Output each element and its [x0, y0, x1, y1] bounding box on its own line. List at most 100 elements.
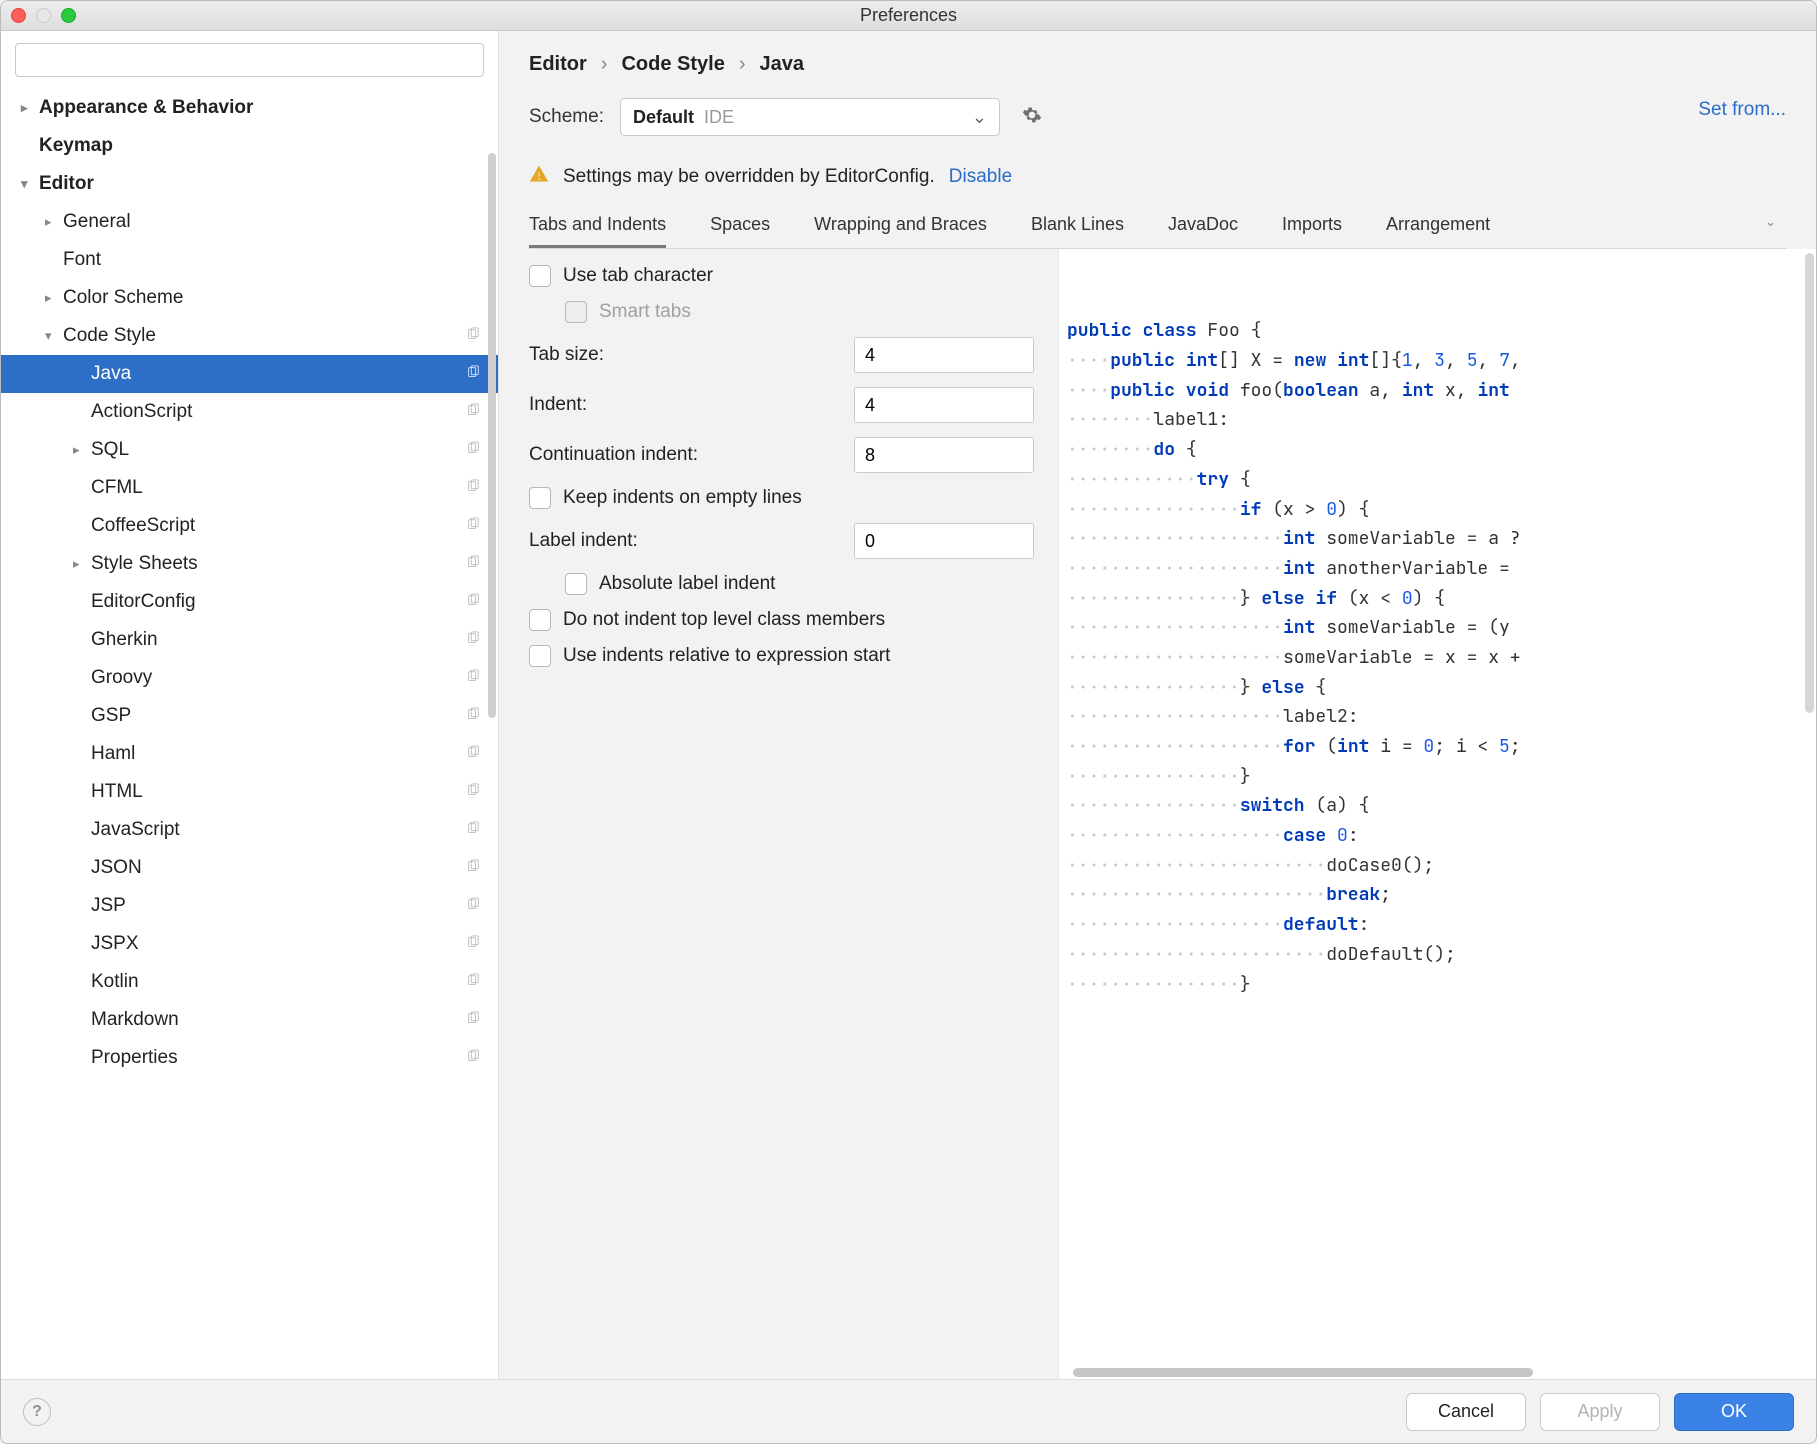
tree-item-label: JSPX: [91, 933, 466, 955]
preview-scrollbar-v[interactable]: [1805, 253, 1814, 713]
indent-input[interactable]: [854, 387, 1034, 423]
apply-button[interactable]: Apply: [1540, 1393, 1660, 1431]
tree-item-haml[interactable]: Haml: [1, 735, 498, 773]
tree-item-sql[interactable]: ▸SQL: [1, 431, 498, 469]
keep-empty-label: Keep indents on empty lines: [563, 487, 802, 509]
tab-javadoc[interactable]: JavaDoc: [1168, 214, 1238, 248]
disable-link[interactable]: Disable: [949, 166, 1012, 188]
tree-item-json[interactable]: JSON: [1, 849, 498, 887]
tab-blank-lines[interactable]: Blank Lines: [1031, 214, 1124, 248]
copy-icon[interactable]: [466, 555, 480, 573]
tree-item-actionscript[interactable]: ActionScript: [1, 393, 498, 431]
use-tab-label: Use tab character: [563, 265, 713, 287]
tree-item-markdown[interactable]: Markdown: [1, 1001, 498, 1039]
tree-item-label: Kotlin: [91, 971, 466, 993]
keep-empty-checkbox[interactable]: [529, 487, 551, 509]
expand-tabs-icon[interactable]: ⌄: [1765, 214, 1786, 248]
tree-item-color-scheme[interactable]: ▸Color Scheme: [1, 279, 498, 317]
scheme-selector[interactable]: Default IDE ⌄: [620, 98, 1000, 136]
copy-icon[interactable]: [466, 327, 480, 345]
tree-item-keymap[interactable]: Keymap: [1, 127, 498, 165]
tree-item-label: Keymap: [39, 135, 498, 157]
copy-icon[interactable]: [466, 745, 480, 763]
rel-expr-checkbox[interactable]: [529, 645, 551, 667]
tree-item-coffeescript[interactable]: CoffeeScript: [1, 507, 498, 545]
tree-item-label: CFML: [91, 477, 466, 499]
tree-item-gherkin[interactable]: Gherkin: [1, 621, 498, 659]
settings-tree[interactable]: ▸Appearance & BehaviorKeymap▾Editor▸Gene…: [1, 89, 498, 1379]
sidebar-scrollbar[interactable]: [488, 153, 496, 718]
tree-item-label: Code Style: [63, 325, 466, 347]
copy-icon[interactable]: [466, 897, 480, 915]
code-line: ················} else if (x < 0) {: [1067, 584, 1816, 614]
copy-icon[interactable]: [466, 973, 480, 991]
tree-item-label: Groovy: [91, 667, 466, 689]
use-tab-checkbox[interactable]: [529, 265, 551, 287]
tree-item-editorconfig[interactable]: EditorConfig: [1, 583, 498, 621]
cancel-button[interactable]: Cancel: [1406, 1393, 1526, 1431]
window-title: Preferences: [1, 5, 1816, 26]
tree-item-properties[interactable]: Properties: [1, 1039, 498, 1077]
copy-icon[interactable]: [466, 365, 480, 383]
tab-spaces[interactable]: Spaces: [710, 214, 770, 248]
help-icon[interactable]: ?: [23, 1398, 51, 1426]
copy-icon[interactable]: [466, 593, 480, 611]
copy-icon[interactable]: [466, 517, 480, 535]
tree-item-jsp[interactable]: JSP: [1, 887, 498, 925]
tree-item-jspx[interactable]: JSPX: [1, 925, 498, 963]
code-preview: public class Foo {····public int[] X = n…: [1059, 249, 1816, 1379]
copy-icon[interactable]: [466, 859, 480, 877]
set-from-link[interactable]: Set from...: [1698, 99, 1786, 121]
code-line: ····public void foo(boolean a, int x, in…: [1067, 376, 1816, 406]
tab-imports[interactable]: Imports: [1282, 214, 1342, 248]
code-line: ················} else {: [1067, 673, 1816, 703]
tab-tabs-and-indents[interactable]: Tabs and Indents: [529, 214, 666, 248]
tree-item-cfml[interactable]: CFML: [1, 469, 498, 507]
tree-item-editor[interactable]: ▾Editor: [1, 165, 498, 203]
no-top-checkbox[interactable]: [529, 609, 551, 631]
tree-item-groovy[interactable]: Groovy: [1, 659, 498, 697]
tree-item-font[interactable]: Font: [1, 241, 498, 279]
tab-arrangement[interactable]: Arrangement: [1386, 214, 1490, 248]
tree-item-style-sheets[interactable]: ▸Style Sheets: [1, 545, 498, 583]
copy-icon[interactable]: [466, 935, 480, 953]
search-input[interactable]: [15, 43, 484, 77]
main-panel: Editor › Code Style › Java Scheme: Defau…: [499, 31, 1816, 1379]
code-line: ························doDefault();: [1067, 940, 1816, 970]
copy-icon[interactable]: [466, 821, 480, 839]
chevron-down-icon: ⌄: [972, 107, 987, 128]
tree-item-code-style[interactable]: ▾Code Style: [1, 317, 498, 355]
copy-icon[interactable]: [466, 1011, 480, 1029]
tree-item-appearance-behavior[interactable]: ▸Appearance & Behavior: [1, 89, 498, 127]
copy-icon[interactable]: [466, 631, 480, 649]
copy-icon[interactable]: [466, 707, 480, 725]
copy-icon[interactable]: [466, 1049, 480, 1067]
label-indent-input[interactable]: [854, 523, 1034, 559]
gear-icon[interactable]: [1016, 99, 1048, 136]
code-line: ············try {: [1067, 465, 1816, 495]
tree-item-label: Editor: [39, 173, 498, 195]
abs-label-checkbox[interactable]: [565, 573, 587, 595]
chevron-down-icon: ▾: [21, 176, 39, 192]
tree-item-gsp[interactable]: GSP: [1, 697, 498, 735]
ok-button[interactable]: OK: [1674, 1393, 1794, 1431]
tree-item-html[interactable]: HTML: [1, 773, 498, 811]
code-line: ················switch (a) {: [1067, 791, 1816, 821]
tab-size-label: Tab size:: [529, 344, 604, 366]
preview-scrollbar-h[interactable]: [1073, 1368, 1533, 1377]
copy-icon[interactable]: [466, 403, 480, 421]
tree-item-javascript[interactable]: JavaScript: [1, 811, 498, 849]
tree-item-java[interactable]: Java: [1, 355, 498, 393]
cont-indent-input[interactable]: [854, 437, 1034, 473]
tab-wrapping-and-braces[interactable]: Wrapping and Braces: [814, 214, 987, 248]
code-line: public class Foo {: [1067, 316, 1816, 346]
tree-item-label: Appearance & Behavior: [39, 97, 498, 119]
copy-icon[interactable]: [466, 783, 480, 801]
copy-icon[interactable]: [466, 479, 480, 497]
tree-item-general[interactable]: ▸General: [1, 203, 498, 241]
copy-icon[interactable]: [466, 441, 480, 459]
tab-size-input[interactable]: [854, 337, 1034, 373]
copy-icon[interactable]: [466, 669, 480, 687]
tree-item-label: HTML: [91, 781, 466, 803]
tree-item-kotlin[interactable]: Kotlin: [1, 963, 498, 1001]
